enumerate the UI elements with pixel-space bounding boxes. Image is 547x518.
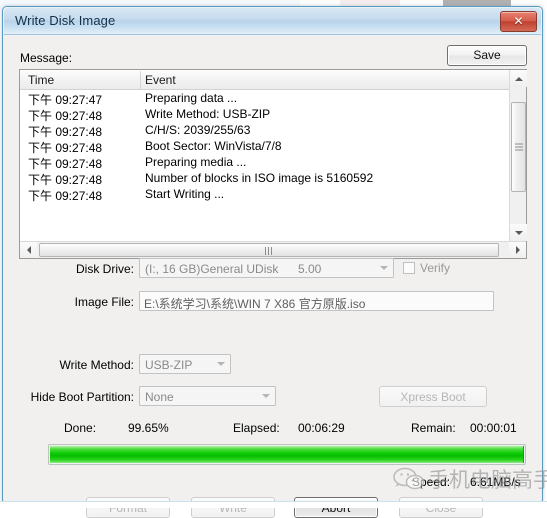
column-header-event[interactable]: Event bbox=[145, 73, 176, 87]
remain-value: 00:00:01 bbox=[470, 421, 517, 435]
write-method-value: USB-ZIP bbox=[145, 358, 192, 372]
row-event: Boot Sector: WinVista/7/8 bbox=[145, 139, 282, 153]
row-time: 下午 09:27:48 bbox=[28, 107, 102, 124]
write-disk-image-dialog: Write Disk Image ✕ Message: Save Time Ev… bbox=[2, 6, 543, 502]
verify-checkbox-label: Verify bbox=[420, 261, 450, 275]
close-x-icon: ✕ bbox=[501, 13, 536, 29]
scroll-up-arrow-icon[interactable] bbox=[510, 70, 527, 87]
disk-drive-label: Disk Drive: bbox=[62, 262, 134, 276]
write-progress-bar bbox=[48, 444, 526, 465]
table-row[interactable]: 下午 09:27:48 C/H/S: 2039/255/63 bbox=[20, 123, 509, 139]
disk-drive-select[interactable]: (I:, 16 GB)General UDisk 5.00 bbox=[139, 258, 394, 278]
column-header-time[interactable]: Time bbox=[28, 73, 54, 87]
write-method-chevron-down-icon[interactable] bbox=[213, 356, 229, 372]
table-row[interactable]: 下午 09:27:48 Boot Sector: WinVista/7/8 bbox=[20, 139, 509, 155]
list-vertical-scrollbar[interactable] bbox=[509, 70, 526, 258]
speed-label: Speed: bbox=[412, 475, 450, 489]
write-method-select[interactable]: USB-ZIP bbox=[139, 354, 231, 374]
row-time: 下午 09:27:48 bbox=[28, 187, 102, 204]
disk-drive-chevron-down-icon[interactable] bbox=[376, 260, 392, 276]
image-file-value: E:\系统学习\系统\WIN 7 X86 官方原版.iso bbox=[144, 295, 365, 312]
row-event: Number of blocks in ISO image is 5160592 bbox=[145, 171, 373, 185]
save-button-label: Save bbox=[448, 48, 526, 62]
close-button[interactable]: ✕ bbox=[500, 11, 537, 32]
hide-boot-partition-select[interactable]: None bbox=[139, 386, 276, 406]
row-event: Preparing data ... bbox=[145, 91, 237, 105]
elapsed-value: 00:06:29 bbox=[298, 421, 345, 435]
hide-boot-partition-chevron-down-icon[interactable] bbox=[258, 388, 274, 404]
done-value: 99.65% bbox=[128, 421, 169, 435]
dialog-client-area: Message: Save Time Event 下午 09:27:47 Prep… bbox=[4, 35, 541, 500]
table-row[interactable]: 下午 09:27:48 Preparing media ... bbox=[20, 155, 509, 171]
scrollbar-grip-icon bbox=[265, 247, 273, 255]
scroll-down-arrow-icon[interactable] bbox=[510, 224, 527, 241]
image-file-input[interactable]: E:\系统学习\系统\WIN 7 X86 官方原版.iso bbox=[139, 291, 494, 311]
row-event: Preparing media ... bbox=[145, 155, 246, 169]
done-label: Done: bbox=[64, 421, 96, 435]
row-event: Start Writing ... bbox=[145, 187, 224, 201]
scroll-left-arrow-icon[interactable] bbox=[20, 242, 37, 258]
row-event: Write Method: USB-ZIP bbox=[145, 107, 270, 121]
table-row[interactable]: 下午 09:27:48 Write Method: USB-ZIP bbox=[20, 107, 509, 123]
image-file-label: Image File: bbox=[62, 295, 134, 309]
row-time: 下午 09:27:48 bbox=[28, 171, 102, 188]
save-button[interactable]: Save bbox=[447, 45, 527, 66]
title-bar: Write Disk Image ✕ bbox=[4, 8, 541, 35]
hide-boot-partition-value: None bbox=[145, 390, 174, 404]
table-row[interactable]: 下午 09:27:48 Start Writing ... bbox=[20, 187, 509, 203]
elapsed-label: Elapsed: bbox=[233, 421, 280, 435]
hide-boot-partition-label: Hide Boot Partition: bbox=[24, 390, 134, 404]
xpress-boot-button[interactable]: Xpress Boot bbox=[379, 386, 487, 407]
speed-value: 6.61MB/s bbox=[470, 475, 521, 489]
disk-drive-version: 5.00 bbox=[298, 262, 321, 276]
scrollbar-grip-icon bbox=[515, 144, 523, 151]
list-horizontal-scrollbar[interactable] bbox=[20, 241, 526, 258]
page-bottom-edge bbox=[0, 501, 547, 508]
row-time: 下午 09:27:48 bbox=[28, 155, 102, 172]
message-list: Time Event 下午 09:27:47 Preparing data ...… bbox=[19, 69, 527, 259]
message-label: Message: bbox=[20, 51, 72, 65]
write-method-label: Write Method: bbox=[52, 358, 134, 372]
message-list-rows: 下午 09:27:47 Preparing data ... 下午 09:27:48… bbox=[20, 91, 509, 241]
window-title: Write Disk Image bbox=[15, 13, 115, 28]
column-divider[interactable] bbox=[140, 71, 141, 89]
row-time: 下午 09:27:47 bbox=[28, 91, 102, 108]
message-list-header: Time Event bbox=[20, 70, 510, 90]
horizontal-scrollbar-thumb[interactable] bbox=[39, 243, 499, 257]
table-row[interactable]: 下午 09:27:47 Preparing data ... bbox=[20, 91, 509, 107]
verify-checkbox-box[interactable] bbox=[403, 262, 415, 274]
scroll-right-arrow-icon[interactable] bbox=[509, 242, 526, 258]
row-event: C/H/S: 2039/255/63 bbox=[145, 123, 250, 137]
remain-label: Remain: bbox=[411, 421, 456, 435]
disk-drive-value: (I:, 16 GB)General UDisk bbox=[145, 262, 278, 276]
vertical-scrollbar-thumb[interactable] bbox=[511, 102, 526, 192]
row-time: 下午 09:27:48 bbox=[28, 123, 102, 140]
table-row[interactable]: 下午 09:27:48 Number of blocks in ISO image… bbox=[20, 171, 509, 187]
row-time: 下午 09:27:48 bbox=[28, 139, 102, 156]
write-progress-fill bbox=[50, 446, 524, 463]
xpress-boot-label: Xpress Boot bbox=[380, 390, 486, 404]
